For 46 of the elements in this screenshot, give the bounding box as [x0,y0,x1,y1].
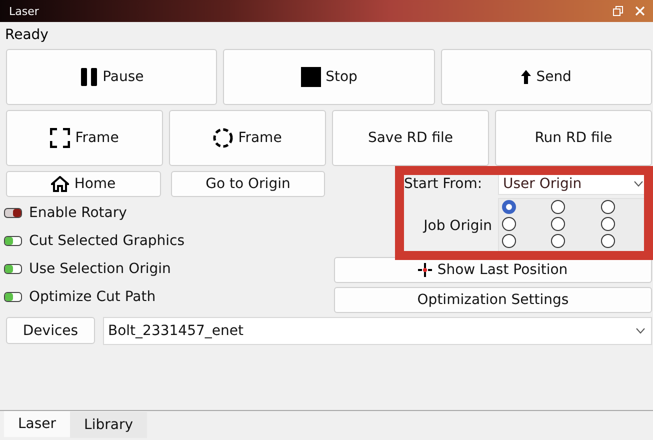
frame-button[interactable]: Frame [6,110,163,166]
radio-button[interactable] [502,200,516,214]
home-button[interactable]: Home [6,171,161,197]
radio-button[interactable] [551,200,566,214]
dropdown-caret-icon [634,181,643,187]
job-origin-label: Job Origin [422,218,492,234]
show-last-position-button[interactable]: Show Last Position [334,257,652,283]
rd-file-button[interactable]: Save RD file [332,110,489,166]
radio-button[interactable] [600,200,615,214]
option-label: Cut Selected Graphics [29,233,185,249]
device-dropdown[interactable]: Bolt_2331457_enet [103,317,652,345]
status-text: Ready [4,26,50,44]
radio-button[interactable] [551,217,566,231]
restore-icon[interactable] [613,6,623,16]
stop-icon [300,67,321,87]
dropdown-caret-icon [636,328,645,334]
radio-button[interactable] [600,234,615,248]
rd-file-button[interactable]: Run RD file [495,110,652,166]
tab[interactable]: Library [70,412,147,438]
start-from-label: Start From: [404,176,484,192]
up-arrow-icon [521,70,532,84]
radio-button[interactable] [600,217,615,231]
optimization-settings-button[interactable]: Optimization Settings [334,287,652,313]
crosshair-icon [418,263,432,277]
go-to-origin-button[interactable]: Go to Origin [171,171,325,197]
devices-button[interactable]: Devices [6,317,95,344]
frame-button[interactable]: Frame [169,110,326,166]
radio-button[interactable] [502,234,516,248]
pause-button[interactable]: Pause [6,49,218,105]
tab[interactable]: Laser [4,411,70,437]
stop-button[interactable]: Stop [223,49,435,105]
option-label: Enable Rotary [29,205,127,221]
send-button[interactable]: Send [440,49,652,105]
option-label: Use Selection Origin [29,261,171,277]
toggle-switch[interactable] [4,292,22,302]
dashed-circle-icon [213,128,234,148]
home-icon [51,176,70,192]
window-title: Laser [9,4,40,18]
pause-icon [80,67,98,87]
option-label: Optimize Cut Path [29,289,156,305]
radio-button[interactable] [502,217,516,231]
close-icon[interactable] [635,6,645,16]
toggle-switch[interactable] [4,236,22,246]
toggle-switch[interactable] [4,264,22,274]
toggle-switch[interactable] [4,208,22,218]
radio-button[interactable] [551,234,566,248]
